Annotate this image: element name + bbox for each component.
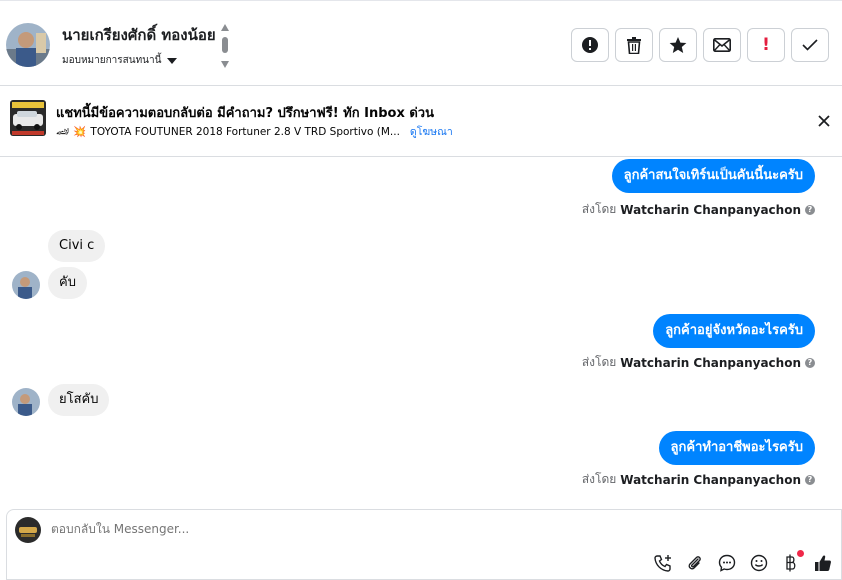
- sender-name: Watcharin Chanpanyachon: [620, 472, 801, 487]
- caret-down-icon: [167, 57, 178, 64]
- baht-icon[interactable]: [781, 550, 804, 573]
- reply-input[interactable]: [51, 522, 451, 536]
- follow-up-button[interactable]: !: [747, 28, 785, 62]
- collision-emoji-icon: 💥: [73, 126, 87, 138]
- sent-by-line: ส่งโดย Watcharin Chanpanyachon ?: [582, 353, 815, 372]
- trash-icon: [627, 36, 641, 54]
- contact-avatar-small[interactable]: [12, 388, 40, 416]
- message-thread[interactable]: ลูกค้าสนใจเทิร์นเป็นคันนี้นะครับ ส่งโดย …: [0, 157, 842, 509]
- sender-name: Watcharin Chanpanyachon: [620, 202, 801, 217]
- outgoing-message[interactable]: ลูกค้าสนใจเทิร์นเป็นคันนี้นะครับ: [611, 159, 815, 193]
- outgoing-message[interactable]: ลูกค้าทำอาชีพอะไรครับ: [658, 431, 815, 465]
- sent-by-line: ส่งโดย Watcharin Chanpanyachon ?: [582, 200, 815, 219]
- view-ad-link[interactable]: ดูโฆษณา: [410, 123, 453, 140]
- incoming-message[interactable]: Civi c: [48, 230, 106, 262]
- help-icon[interactable]: ?: [805, 357, 815, 368]
- incoming-message[interactable]: คับ: [48, 267, 87, 299]
- contact-name[interactable]: นายเกรียงศักดิ์ ทองน้อย: [62, 23, 216, 47]
- saved-reply-icon[interactable]: [717, 553, 737, 573]
- call-add-icon[interactable]: [653, 553, 673, 573]
- thumbs-up-icon[interactable]: [813, 553, 833, 573]
- assign-label: มอบหมายการสนทนานี้: [62, 55, 162, 66]
- ad-subtitle-row: 🏎 💥 TOYOTA FOUTUNER 2018 Fortuner 2.8 V …: [56, 123, 453, 140]
- incoming-message[interactable]: ยโสคับ: [48, 384, 110, 416]
- help-icon[interactable]: ?: [805, 474, 815, 485]
- notification-dot: [797, 550, 804, 557]
- star-button[interactable]: [659, 28, 697, 62]
- assign-conversation[interactable]: มอบหมายการสนทนานี้: [62, 53, 178, 68]
- outgoing-message[interactable]: ลูกค้าอยู่จังหวัดอะไรครับ: [653, 314, 815, 348]
- reply-composer: [6, 509, 842, 580]
- close-icon[interactable]: [816, 113, 832, 129]
- contact-avatar[interactable]: [6, 23, 50, 67]
- mark-unread-button[interactable]: [703, 28, 741, 62]
- ad-thumbnail[interactable]: [10, 100, 46, 136]
- action-toolbar: !: [571, 28, 829, 62]
- contact-avatar-small[interactable]: [12, 271, 40, 299]
- car-emoji-icon: 🏎: [56, 126, 70, 138]
- help-icon[interactable]: ?: [805, 204, 815, 215]
- star-icon: [669, 37, 687, 53]
- sent-by-prefix: ส่งโดย: [581, 355, 617, 369]
- report-spam-button[interactable]: [571, 28, 609, 62]
- ad-context-banner: แชทนี้มีข้อความตอบกลับต่อ มีคำถาม? ปรึกษ…: [0, 86, 842, 157]
- delete-button[interactable]: [615, 28, 653, 62]
- sent-by-prefix: ส่งโดย: [581, 472, 617, 486]
- name-scroll-handle[interactable]: [219, 23, 231, 69]
- emoji-icon[interactable]: [749, 553, 769, 573]
- sent-by-prefix: ส่งโดย: [581, 202, 617, 216]
- check-icon: [802, 39, 818, 51]
- ad-title: แชทนี้มีข้อความตอบกลับต่อ มีคำถาม? ปรึกษ…: [56, 106, 434, 121]
- composer-toolbar: [653, 550, 833, 573]
- exclamation-icon: !: [762, 35, 770, 55]
- conversation-header: นายเกรียงศักดิ์ ทองน้อย มอบหมายการสนทนาน…: [0, 0, 842, 86]
- ad-subtitle: TOYOTA FOUTUNER 2018 Fortuner 2.8 V TRD …: [90, 125, 400, 138]
- exclamation-circle-icon: [582, 37, 598, 53]
- sender-name: Watcharin Chanpanyachon: [620, 355, 801, 370]
- sent-by-line: ส่งโดย Watcharin Chanpanyachon ?: [582, 470, 815, 489]
- page-avatar: [15, 517, 41, 543]
- envelope-icon: [713, 38, 731, 52]
- paperclip-icon[interactable]: [685, 553, 705, 573]
- mark-done-button[interactable]: [791, 28, 829, 62]
